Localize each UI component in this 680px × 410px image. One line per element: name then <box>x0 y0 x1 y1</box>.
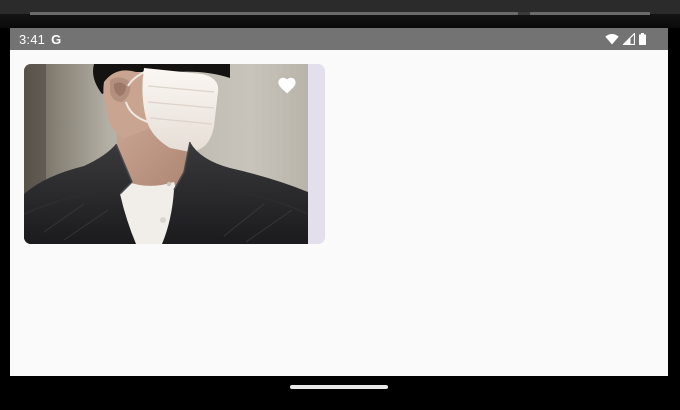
google-g-icon: G <box>51 31 62 47</box>
wifi-icon <box>605 34 619 45</box>
favorite-button[interactable] <box>276 74 298 96</box>
window-frame-line <box>30 12 650 15</box>
status-bar: 3:41 G <box>10 28 668 50</box>
gallery-photo[interactable] <box>24 64 308 244</box>
cell-signal-icon <box>623 33 635 45</box>
gesture-nav-handle[interactable] <box>290 385 388 389</box>
device-screen: 3:41 G <box>10 28 668 376</box>
heart-icon <box>278 77 296 94</box>
gallery-card[interactable] <box>24 64 325 244</box>
battery-icon <box>639 33 646 45</box>
status-icons <box>605 32 646 46</box>
status-time: 3:41 <box>19 31 46 47</box>
